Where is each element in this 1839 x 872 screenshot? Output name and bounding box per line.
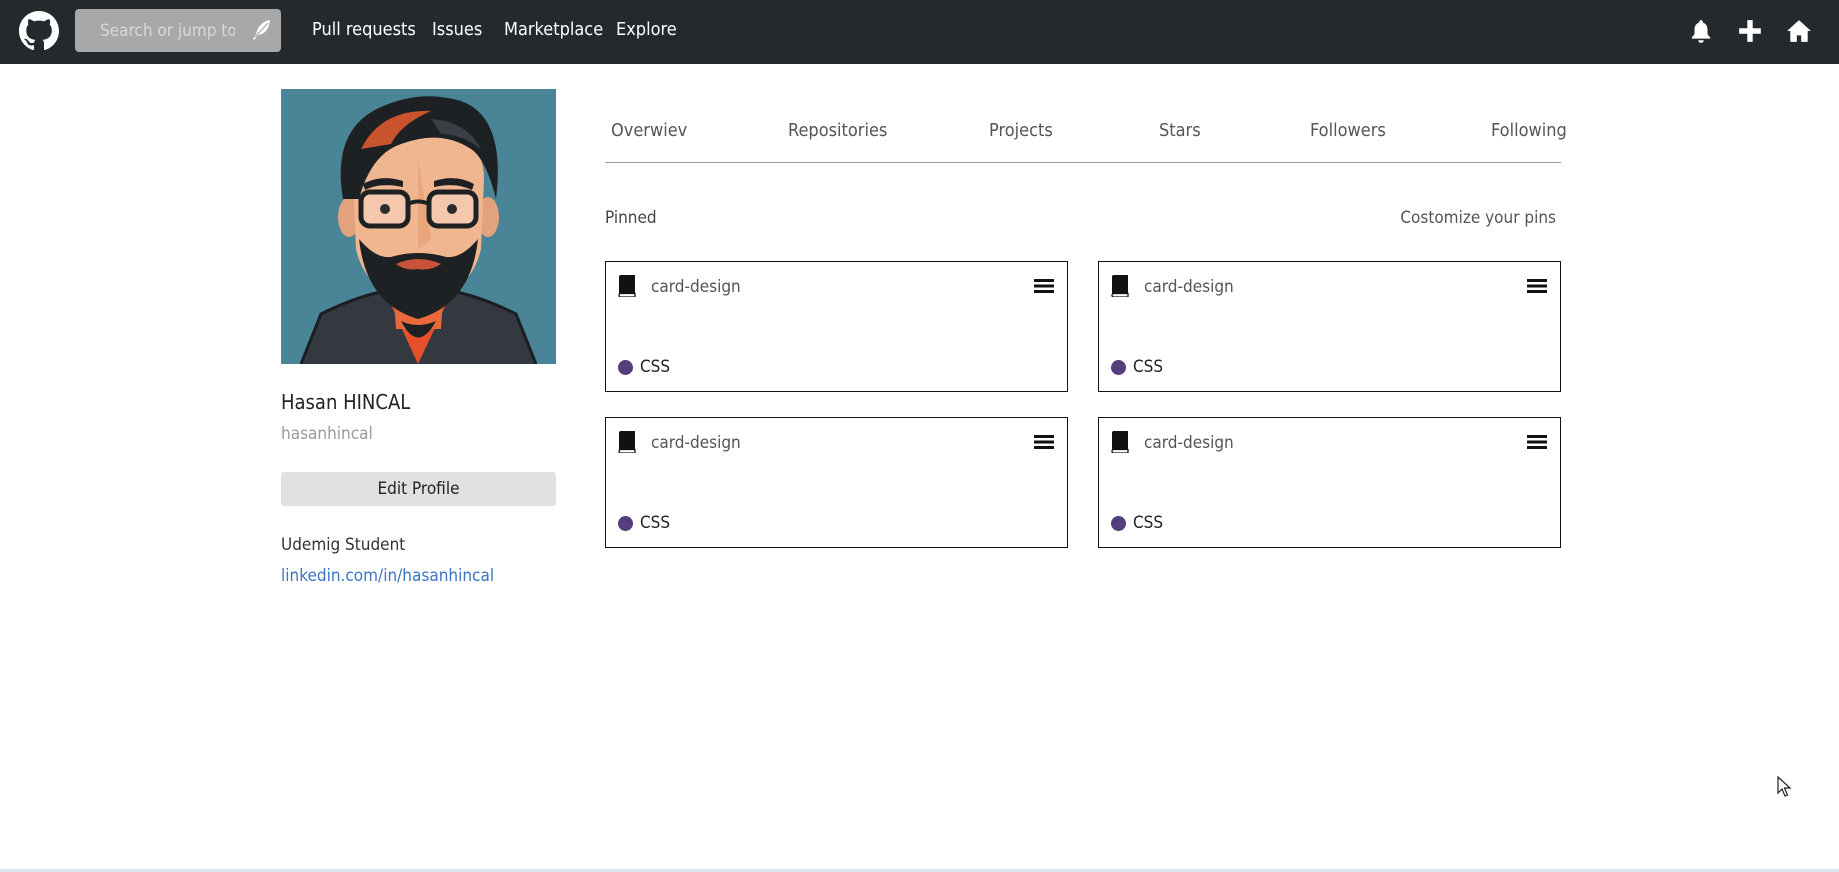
profile-link[interactable]: linkedin.com/in/hasanhincal <box>281 566 494 586</box>
language-color-dot <box>1111 360 1126 375</box>
profile-bio: Udemig Student <box>281 535 406 555</box>
profile-tabs: Overwiev Repositories Projects Stars Fol… <box>605 116 1567 163</box>
language-color-dot <box>1111 516 1126 531</box>
profile-username: hasanhincal <box>281 424 373 444</box>
tab-stars[interactable]: Stars <box>1159 120 1201 141</box>
avatar <box>281 89 556 364</box>
pinned-card[interactable]: card-design CSS <box>605 417 1068 548</box>
repo-language: CSS <box>1133 513 1164 533</box>
repo-language: CSS <box>640 357 671 377</box>
book-icon <box>1111 275 1129 297</box>
tab-repositories[interactable]: Repositories <box>788 120 887 141</box>
edit-profile-button[interactable]: Edit Profile <box>281 472 556 506</box>
bell-icon[interactable] <box>1688 18 1714 44</box>
menu-icon[interactable] <box>1527 278 1547 294</box>
tab-following[interactable]: Following <box>1491 120 1567 141</box>
repo-name[interactable]: card-design <box>1144 433 1234 453</box>
nav-issues[interactable]: Issues <box>432 19 482 40</box>
nav-marketplace[interactable]: Marketplace <box>504 19 603 40</box>
menu-icon[interactable] <box>1034 434 1054 450</box>
repo-name[interactable]: card-design <box>1144 277 1234 297</box>
pinned-card[interactable]: card-design CSS <box>1098 417 1561 548</box>
tab-projects[interactable]: Projects <box>989 120 1053 141</box>
book-icon <box>1111 431 1129 453</box>
tab-overview[interactable]: Overwiev <box>611 120 687 141</box>
menu-icon[interactable] <box>1527 434 1547 450</box>
pinned-card[interactable]: card-design CSS <box>605 261 1068 392</box>
repo-name[interactable]: card-design <box>651 277 741 297</box>
feather-icon <box>253 20 270 40</box>
nav-explore[interactable]: Explore <box>616 19 677 40</box>
plus-icon[interactable] <box>1737 18 1763 44</box>
github-logo-icon[interactable] <box>19 11 59 51</box>
language-color-dot <box>618 360 633 375</box>
language-color-dot <box>618 516 633 531</box>
top-navigation-bar: Pull requests Issues Marketplace Explore <box>0 0 1839 64</box>
search-input[interactable] <box>75 9 235 52</box>
repo-language: CSS <box>1133 357 1164 377</box>
profile-full-name: Hasan HINCAL <box>281 390 411 414</box>
repo-language: CSS <box>640 513 671 533</box>
nav-pull-requests[interactable]: Pull requests <box>312 19 416 40</box>
avatar-illustration <box>281 89 556 364</box>
customize-pins-link[interactable]: Costomize your pins <box>1400 208 1556 228</box>
pinned-title: Pinned <box>605 208 657 228</box>
home-icon[interactable] <box>1786 18 1812 44</box>
menu-icon[interactable] <box>1034 278 1054 294</box>
mouse-cursor-icon <box>1777 776 1792 797</box>
book-icon <box>618 275 636 297</box>
book-icon <box>618 431 636 453</box>
tab-followers[interactable]: Followers <box>1310 120 1386 141</box>
repo-name[interactable]: card-design <box>651 433 741 453</box>
search-box <box>75 9 281 52</box>
pinned-card[interactable]: card-design CSS <box>1098 261 1561 392</box>
